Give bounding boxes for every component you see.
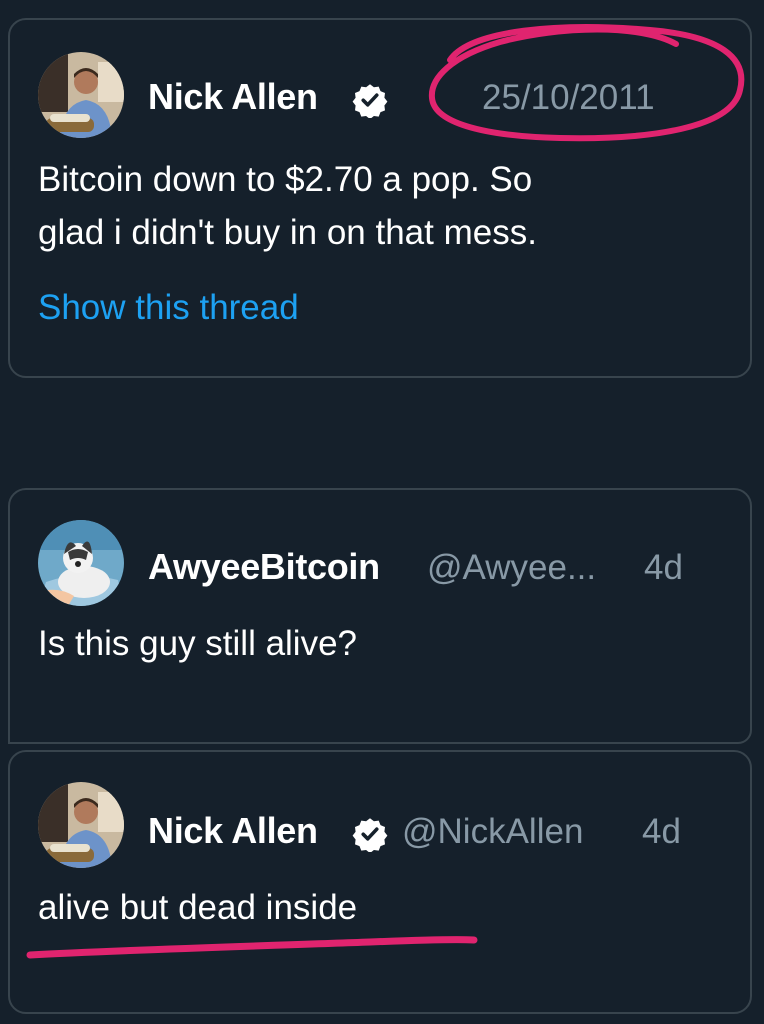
person-photo-icon: [38, 782, 124, 868]
quoted-author-name[interactable]: Nick Allen: [148, 76, 318, 118]
quoted-tweet-text-line-1: Bitcoin down to $2.70 a pop. So: [38, 160, 533, 199]
reply2-text: alive but dead inside: [38, 888, 358, 927]
show-thread-link[interactable]: Show this thread: [38, 288, 299, 328]
reply2-timestamp[interactable]: 4d: [642, 812, 681, 852]
quoted-tweet-text-line-2: glad i didn't buy in on that mess.: [38, 213, 537, 252]
nick-allen-avatar-2[interactable]: [38, 782, 124, 868]
awyeebitcoin-avatar[interactable]: [38, 520, 124, 606]
reply2-handle[interactable]: @NickAllen: [402, 812, 583, 852]
person-photo-icon: [38, 52, 124, 138]
reply1-author-name[interactable]: AwyeeBitcoin: [148, 546, 380, 588]
reply1-timestamp[interactable]: 4d: [644, 548, 683, 588]
verified-badge-icon: [352, 84, 388, 118]
dog-photo-icon: [38, 520, 124, 606]
verified-badge-icon: [352, 818, 388, 852]
reply-tweet-card-1[interactable]: [8, 488, 752, 744]
quoted-tweet-date: 25/10/2011: [482, 78, 655, 117]
reply2-author-name[interactable]: Nick Allen: [148, 810, 318, 852]
nick-allen-avatar[interactable]: [38, 52, 124, 138]
reply1-text: Is this guy still alive?: [38, 624, 358, 663]
screenshot-stage: Nick Allen 25/10/2011 Bitcoin down to $2…: [0, 0, 764, 1024]
reply1-handle[interactable]: @Awyee...: [427, 548, 596, 588]
